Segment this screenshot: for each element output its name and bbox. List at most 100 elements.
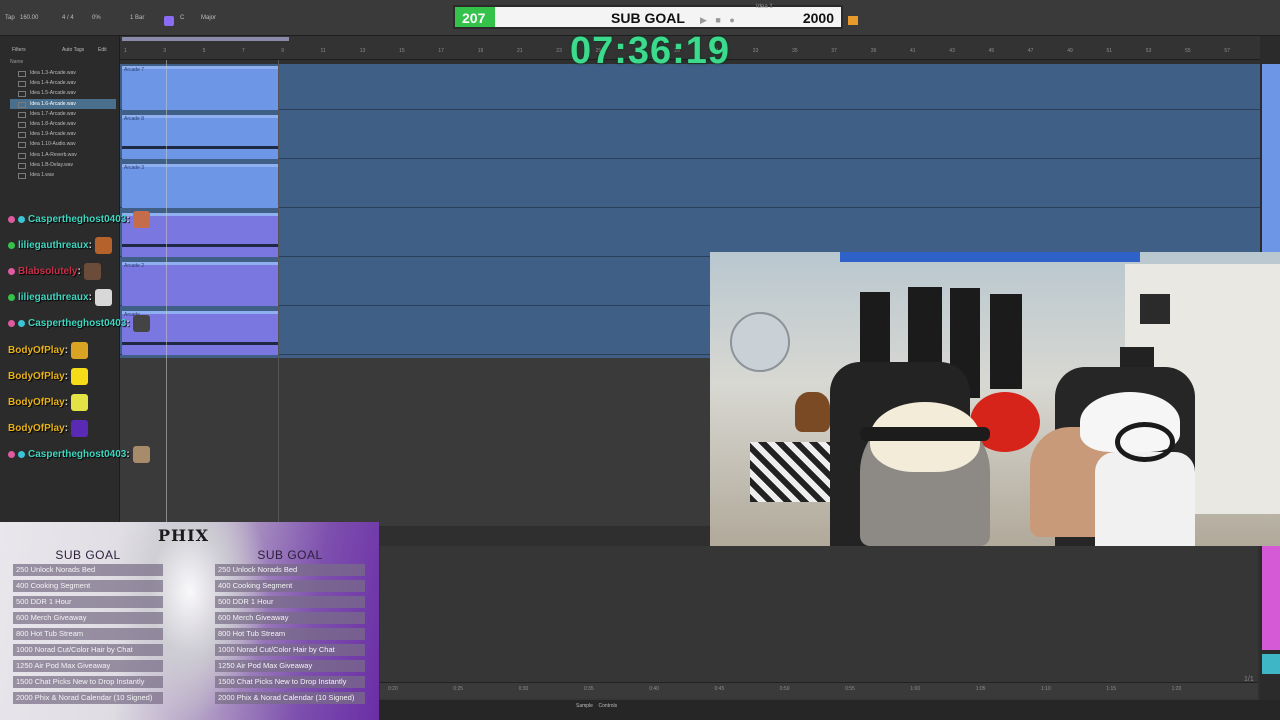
auto-tags-tab[interactable]: Auto Tags — [62, 47, 84, 53]
chat-emote-icon — [132, 210, 150, 228]
metronome-level[interactable]: 0% — [92, 15, 101, 21]
tempo-field[interactable]: 160.00 — [20, 15, 38, 21]
time-tick: 0:50 — [779, 686, 790, 692]
name-column-header[interactable]: Name — [10, 59, 23, 65]
chat-separator: : — [77, 265, 81, 277]
track-lane[interactable]: Arcade 8 — [120, 113, 1260, 159]
ruler-tick: 3 — [163, 48, 167, 54]
time-tick: 0:25 — [453, 686, 464, 692]
chat-emote-icon — [83, 262, 101, 280]
file-item[interactable]: Idea 1.3-Arcade.wav — [10, 68, 116, 78]
track-lane[interactable] — [120, 211, 1260, 257]
chat-message: BodyOfPlay: — [8, 337, 178, 363]
empty-track-area[interactable] — [120, 358, 710, 526]
goal-item: 800 Hot Tub Stream — [13, 628, 163, 640]
goal-item: 800 Hot Tub Stream — [215, 628, 365, 640]
goal-item: 500 DDR 1 Hour — [13, 596, 163, 608]
chat-username: BodyOfPlay — [8, 396, 65, 408]
goal-item: 1250 Air Pod Max Giveaway — [215, 660, 365, 672]
chat-message: Blabsolutely: — [8, 258, 178, 284]
file-item[interactable]: Idea 1.10-Audio.wav — [10, 139, 116, 149]
audio-clip[interactable]: Arcade 3 — [122, 164, 278, 208]
transport-controls[interactable]: ▶ ■ ● — [700, 15, 738, 26]
clip-name: Arcade 8 — [124, 116, 145, 122]
chat-separator: : — [126, 213, 130, 225]
goal-item: 1250 Air Pod Max Giveaway — [13, 660, 163, 672]
scale-icon[interactable] — [164, 16, 174, 26]
time-tick: 1:00 — [910, 686, 921, 692]
audio-clip[interactable]: Arcade 7 — [122, 66, 278, 110]
chat-separator: : — [126, 318, 130, 330]
goal-item: 600 Merch Giveaway — [13, 612, 163, 624]
time-tick: 0:55 — [845, 686, 855, 692]
clip-name: Arcade 3 — [124, 165, 145, 171]
file-item[interactable]: Idea 1.A-Reverb.wav — [10, 150, 116, 160]
chat-emote-icon — [94, 236, 112, 254]
chat-message: BodyOfPlay: — [8, 363, 178, 389]
ruler-tick: 11 — [320, 48, 326, 54]
file-item[interactable]: Idea 1.6-Arcade.wav — [10, 98, 116, 109]
arrangement-record-icon[interactable] — [848, 16, 858, 25]
goal-item: 2000 Phix & Norad Calendar (10 Signed) — [215, 692, 365, 704]
file-item[interactable]: Idea 1.9-Arcade.wav — [10, 129, 116, 139]
chat-badge-icon — [8, 267, 15, 275]
browser-tabs: Filters Auto Tags Edit — [0, 45, 120, 55]
chat-badge-icon — [8, 215, 15, 223]
chat-badge-icon — [8, 320, 15, 328]
ruler-tick: 57 — [1224, 48, 1230, 54]
time-signature[interactable]: 4 / 4 — [62, 15, 74, 21]
goal-item: 250 Unlock Norads Bed — [215, 564, 365, 576]
file-item[interactable]: Idea 1.4-Arcade.wav — [10, 78, 116, 88]
time-tick: 0:45 — [714, 686, 725, 692]
ruler-tick: 49 — [1067, 48, 1073, 54]
phix-logo: PHIX — [158, 526, 210, 545]
file-item[interactable]: Idea 1.B-Delay.wav — [10, 160, 116, 170]
sub-goals-panel: PHIX SUB GOAL 250 Unlock Norads Bed 400 C… — [0, 522, 379, 720]
chat-emote-icon — [71, 341, 89, 359]
scale-key[interactable]: C — [180, 15, 184, 21]
ruler-tick: 37 — [831, 48, 837, 54]
ruler-tick: 35 — [792, 48, 798, 54]
goal-item: 1500 Chat Picks New to Drop Instantly — [215, 676, 365, 688]
chat-username: BodyOfPlay — [8, 344, 65, 356]
edit-tab[interactable]: Edit — [98, 47, 107, 53]
scale-mode[interactable]: Major — [201, 15, 216, 21]
chat-emote-icon — [132, 446, 150, 464]
ruler-tick: 5 — [202, 48, 206, 54]
ruler-tick: 7 — [241, 48, 245, 54]
chat-emote-icon — [71, 367, 89, 385]
ruler-tick: 15 — [399, 48, 405, 54]
clip-name: Arcade 7 — [124, 67, 145, 73]
chat-badge-icon — [18, 215, 25, 223]
chat-username: Caspertheghost0403 — [28, 318, 127, 330]
chat-separator: : — [64, 396, 69, 408]
track-lane[interactable]: Arcade 3 — [120, 162, 1260, 208]
file-item[interactable]: Idea 1.7-Arcade.wav — [10, 109, 116, 119]
chat-badge-icon — [8, 451, 15, 459]
sample-tab[interactable]: Sample — [576, 703, 593, 709]
filters-tab[interactable]: Filters — [12, 47, 26, 53]
file-item[interactable]: Idea 1.wav — [10, 170, 116, 180]
quantize-bar[interactable]: 1 Bar — [130, 15, 144, 21]
chat-username: BodyOfPlay — [8, 423, 65, 435]
loop-brace[interactable] — [122, 37, 289, 41]
offscreen-clip-magenta — [1262, 546, 1280, 650]
file-item[interactable]: Idea 1.8-Arcade.wav — [10, 119, 116, 129]
audio-clip[interactable]: Arcade 8 — [122, 115, 278, 159]
ruler-tick: 19 — [477, 48, 484, 54]
time-ruler[interactable]: 0:20 0:25 0:30 0:35 0:40 0:45 0:50 0:55 1:00 1:05… — [380, 682, 1258, 698]
tap-button[interactable]: Tap — [5, 15, 15, 21]
controls-tab[interactable]: Controls — [599, 703, 618, 709]
detail-tabs: Sample Controls — [576, 703, 617, 709]
time-tick: 0:35 — [583, 686, 594, 692]
time-tick: 1:20 — [1171, 686, 1182, 692]
ruler-tick: 13 — [359, 48, 366, 54]
stream-timer: 07:36:19 — [569, 30, 731, 72]
file-item[interactable]: Idea 1.5-Arcade.wav — [10, 88, 116, 98]
ruler-tick: 53 — [1145, 48, 1152, 54]
webcam-feed — [710, 252, 1280, 546]
chat-message: Caspertheghost0403: — [8, 442, 178, 468]
loop-end-marker — [278, 60, 279, 525]
chat-message: Caspertheghost0403: — [8, 311, 178, 337]
goal-item: 600 Merch Giveaway — [215, 612, 365, 624]
